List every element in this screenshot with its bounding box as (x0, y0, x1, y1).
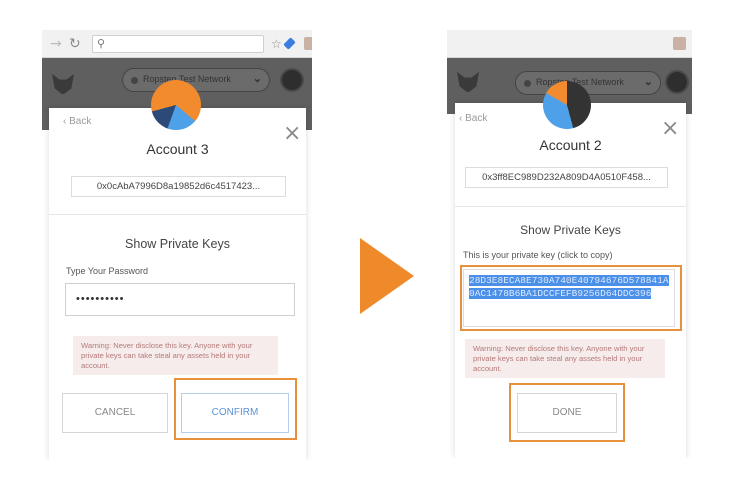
back-arrow-icon[interactable]: → (50, 36, 62, 52)
chevron-down-icon: ⌄ (252, 73, 262, 85)
account-address[interactable]: 0x0cAbA7996D8a19852d6c4517423... (71, 176, 286, 197)
extension-diamond-icon[interactable] (283, 37, 296, 50)
metamask-fox-icon (457, 72, 479, 92)
browser-toolbar: → ↻ ⚲ ☆ (42, 30, 312, 58)
divider (49, 214, 306, 215)
account-name: Account 2 (539, 137, 602, 153)
highlight-frame (460, 265, 682, 331)
network-status-icon (131, 77, 138, 84)
network-selector[interactable]: Ropsten Test Network ⌄ (122, 68, 270, 92)
chevron-down-icon: ⌄ (643, 76, 653, 88)
network-status-icon (524, 80, 531, 87)
section-title: Show Private Keys (125, 237, 230, 251)
search-icon: ⚲ (97, 38, 106, 50)
right-screenshot: Ropsten Test Network ⌄ ‹ Back × Account … (447, 30, 692, 458)
private-key-label: This is your private key (click to copy) (463, 250, 613, 260)
account-identicon (543, 81, 591, 129)
account-avatar[interactable] (665, 70, 689, 94)
highlight-frame (174, 378, 297, 440)
address-bar[interactable]: ⚲ (92, 35, 264, 53)
account-address[interactable]: 0x3ff8EC989D232A809D4A0510F458... (465, 167, 668, 188)
cancel-button[interactable]: CANCEL (62, 393, 168, 433)
next-step-arrow-icon (360, 238, 414, 314)
reload-icon[interactable]: ↻ (69, 36, 81, 52)
password-input[interactable]: •••••••••• (65, 283, 295, 316)
extension-box-icon[interactable] (304, 37, 312, 50)
export-private-key-modal: ‹ Back × Account 3 0x0cAbA7996D8a19852d6… (49, 80, 306, 460)
star-icon[interactable]: ☆ (271, 36, 282, 52)
export-private-key-modal: ‹ Back × Account 2 0x3ff8EC989D232A809D4… (455, 81, 686, 458)
highlight-frame (509, 383, 625, 442)
left-screenshot: → ↻ ⚲ ☆ Ropsten Test Network ⌄ ‹ Back × … (42, 30, 312, 460)
browser-toolbar (447, 30, 692, 58)
password-label: Type Your Password (66, 266, 149, 276)
section-title: Show Private Keys (520, 223, 621, 237)
divider (455, 206, 686, 207)
account-name: Account 3 (146, 141, 209, 157)
account-avatar[interactable] (280, 68, 304, 92)
extension-box-icon[interactable] (673, 37, 686, 50)
warning-message: Warning: Never disclose this key. Anyone… (73, 336, 278, 375)
back-link[interactable]: ‹ Back (459, 113, 487, 124)
network-selector[interactable]: Ropsten Test Network ⌄ (515, 71, 661, 95)
account-identicon (151, 80, 201, 130)
warning-message: Warning: Never disclose this key. Anyone… (465, 339, 665, 378)
metamask-fox-icon (52, 74, 74, 94)
back-link[interactable]: ‹ Back (63, 116, 91, 127)
